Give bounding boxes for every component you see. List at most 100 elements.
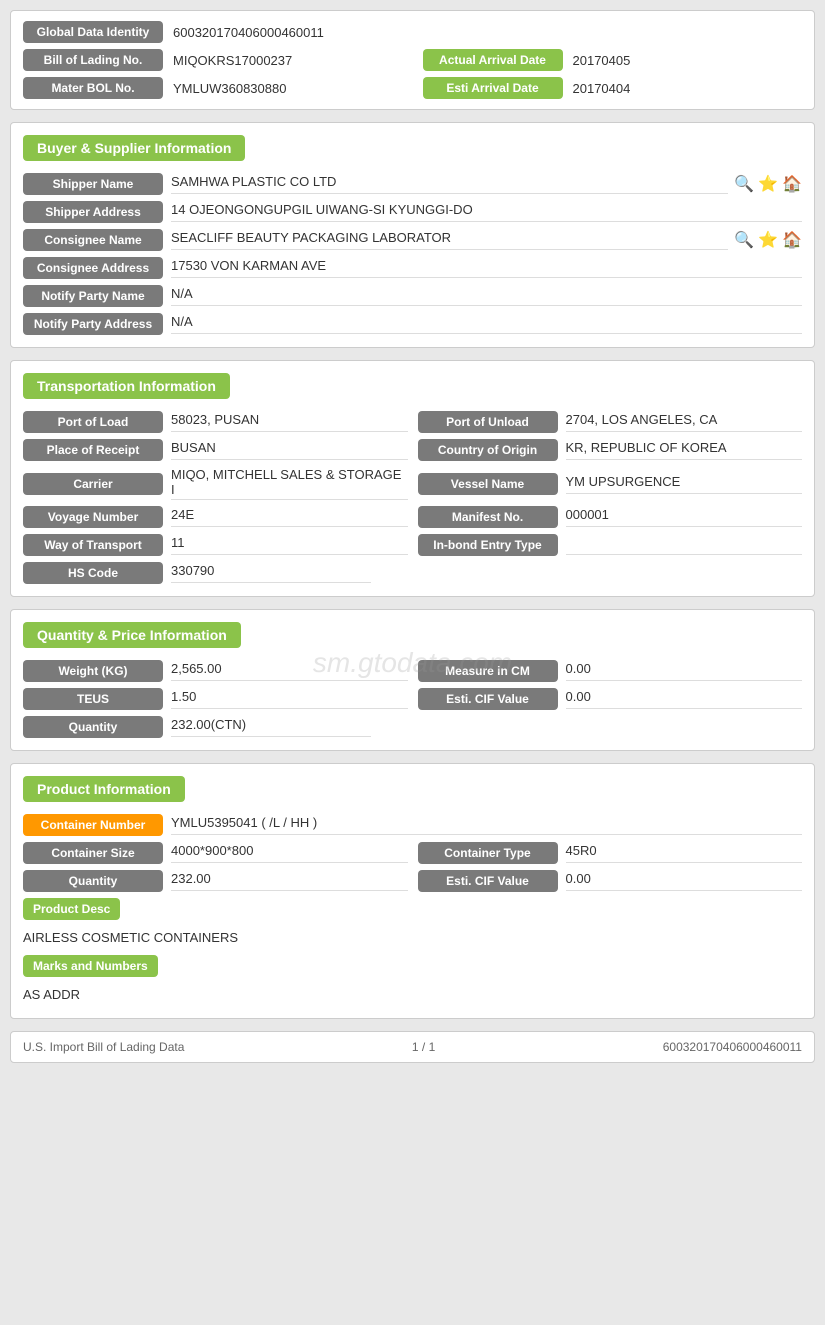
shipper-star-icon[interactable]: ⭐ <box>758 174 778 194</box>
way-of-transport-label: Way of Transport <box>23 534 163 556</box>
page-container: sm.gtodata.com Global Data Identity 6003… <box>0 0 825 1325</box>
notify-party-name-value: N/A <box>171 286 802 306</box>
consignee-name-icons: 🔍 ⭐ 🏠 <box>734 230 802 250</box>
global-data-identity-label: Global Data Identity <box>23 21 163 43</box>
voyage-number-value: 24E <box>171 507 408 527</box>
shipper-name-label: Shipper Name <box>23 173 163 195</box>
product-esti-cif-label: Esti. CIF Value <box>418 870 558 892</box>
footer-right: 600320170406000460011 <box>663 1040 802 1054</box>
notify-party-address-row: Notify Party Address N/A <box>23 313 802 335</box>
global-data-identity-row: Global Data Identity 6003201704060004600… <box>23 21 802 43</box>
country-of-origin-label: Country of Origin <box>418 439 558 461</box>
container-size-value: 4000*900*800 <box>171 843 408 863</box>
quantity-row: Quantity 232.00(CTN) <box>23 716 802 738</box>
shipper-home-icon[interactable]: 🏠 <box>782 174 802 194</box>
vessel-name-label: Vessel Name <box>418 473 558 495</box>
carrier-value: MIQO, MITCHELL SALES & STORAGE I <box>171 467 408 500</box>
marks-numbers-container: Marks and Numbers <box>23 955 802 977</box>
notify-party-name-label: Notify Party Name <box>23 285 163 307</box>
bill-of-lading-label: Bill of Lading No. <box>23 49 163 71</box>
top-identity-section: Global Data Identity 6003201704060004600… <box>10 10 815 110</box>
buyer-supplier-section: Buyer & Supplier Information Shipper Nam… <box>10 122 815 348</box>
consignee-star-icon[interactable]: ⭐ <box>758 230 778 250</box>
shipper-address-label: Shipper Address <box>23 201 163 223</box>
measure-in-cm-value: 0.00 <box>566 661 803 681</box>
consignee-name-label: Consignee Name <box>23 229 163 251</box>
carrier-label: Carrier <box>23 473 163 495</box>
quantity-price-section: Quantity & Price Information Weight (KG)… <box>10 609 815 751</box>
measure-in-cm-label: Measure in CM <box>418 660 558 682</box>
bol-arrival-row: Bill of Lading No. MIQOKRS17000237 Actua… <box>23 49 802 71</box>
port-of-unload-value: 2704, LOS ANGELES, CA <box>566 412 803 432</box>
transportation-title: Transportation Information <box>23 373 230 399</box>
shipper-name-icons: 🔍 ⭐ 🏠 <box>734 174 802 194</box>
consignee-address-row: Consignee Address 17530 VON KARMAN AVE <box>23 257 802 279</box>
container-type-label: Container Type <box>418 842 558 864</box>
buyer-supplier-title: Buyer & Supplier Information <box>23 135 245 161</box>
voyage-number-label: Voyage Number <box>23 506 163 528</box>
consignee-address-label: Consignee Address <box>23 257 163 279</box>
place-of-receipt-label: Place of Receipt <box>23 439 163 461</box>
notify-party-address-value: N/A <box>171 314 802 334</box>
notify-party-name-row: Notify Party Name N/A <box>23 285 802 307</box>
weight-value: 2,565.00 <box>171 661 408 681</box>
quantity-price-title: Quantity & Price Information <box>23 622 241 648</box>
product-desc-container: Product Desc <box>23 898 802 920</box>
hs-code-value: 330790 <box>171 563 371 583</box>
esti-cif-value: 0.00 <box>566 689 803 709</box>
transport-inbond-row: Way of Transport 11 In-bond Entry Type <box>23 534 802 556</box>
shipper-search-icon[interactable]: 🔍 <box>734 174 754 194</box>
place-of-receipt-value: BUSAN <box>171 440 408 460</box>
shipper-address-row: Shipper Address 14 OJEONGONGUPGIL UIWANG… <box>23 201 802 223</box>
container-number-value: YMLU5395041 ( /L / HH ) <box>171 815 802 835</box>
esti-cif-value-label: Esti. CIF Value <box>418 688 558 710</box>
footer-center: 1 / 1 <box>412 1040 435 1054</box>
way-of-transport-value: 11 <box>171 535 408 555</box>
container-number-label: Container Number <box>23 814 163 836</box>
esti-arrival-date-value: 20170404 <box>573 81 631 96</box>
teus-label: TEUS <box>23 688 163 710</box>
product-desc-value: AIRLESS COSMETIC CONTAINERS <box>23 926 802 949</box>
in-bond-entry-type-label: In-bond Entry Type <box>418 534 558 556</box>
mater-bol-label: Mater BOL No. <box>23 77 163 99</box>
receipt-origin-row: Place of Receipt BUSAN Country of Origin… <box>23 439 802 461</box>
product-title: Product Information <box>23 776 185 802</box>
hs-code-row: HS Code 330790 <box>23 562 802 584</box>
in-bond-entry-type-value <box>566 535 803 555</box>
product-quantity-label: Quantity <box>23 870 163 892</box>
mater-bol-value: YMLUW360830880 <box>173 81 286 96</box>
consignee-name-value: SEACLIFF BEAUTY PACKAGING LABORATOR <box>171 230 728 250</box>
actual-arrival-date-label: Actual Arrival Date <box>423 49 563 71</box>
mater-bol-esti-row: Mater BOL No. YMLUW360830880 Esti Arriva… <box>23 77 802 99</box>
shipper-address-value: 14 OJEONGONGUPGIL UIWANG-SI KYUNGGI-DO <box>171 202 802 222</box>
notify-party-address-label: Notify Party Address <box>23 313 163 335</box>
hs-code-label: HS Code <box>23 562 163 584</box>
consignee-search-icon[interactable]: 🔍 <box>734 230 754 250</box>
teus-value: 1.50 <box>171 689 408 709</box>
esti-arrival-date-label: Esti Arrival Date <box>423 77 563 99</box>
footer-left: U.S. Import Bill of Lading Data <box>23 1040 184 1054</box>
product-desc-label: Product Desc <box>23 898 120 920</box>
voyage-manifest-row: Voyage Number 24E Manifest No. 000001 <box>23 506 802 528</box>
container-size-label: Container Size <box>23 842 163 864</box>
weight-label: Weight (KG) <box>23 660 163 682</box>
marks-and-numbers-label: Marks and Numbers <box>23 955 158 977</box>
container-size-type-row: Container Size 4000*900*800 Container Ty… <box>23 842 802 864</box>
country-of-origin-value: KR, REPUBLIC OF KOREA <box>566 440 803 460</box>
container-type-value: 45R0 <box>566 843 803 863</box>
product-esti-cif-value: 0.00 <box>566 871 803 891</box>
port-of-unload-label: Port of Unload <box>418 411 558 433</box>
quantity-label: Quantity <box>23 716 163 738</box>
consignee-home-icon[interactable]: 🏠 <box>782 230 802 250</box>
port-of-load-label: Port of Load <box>23 411 163 433</box>
carrier-vessel-row: Carrier MIQO, MITCHELL SALES & STORAGE I… <box>23 467 802 500</box>
footer: U.S. Import Bill of Lading Data 1 / 1 60… <box>10 1031 815 1063</box>
marks-and-numbers-value: AS ADDR <box>23 983 802 1006</box>
consignee-name-row: Consignee Name SEACLIFF BEAUTY PACKAGING… <box>23 229 802 251</box>
global-data-identity-value: 600320170406000460011 <box>173 25 324 40</box>
consignee-address-value: 17530 VON KARMAN AVE <box>171 258 802 278</box>
teus-cif-row: TEUS 1.50 Esti. CIF Value 0.00 <box>23 688 802 710</box>
shipper-name-row: Shipper Name SAMHWA PLASTIC CO LTD 🔍 ⭐ 🏠 <box>23 173 802 195</box>
shipper-name-value: SAMHWA PLASTIC CO LTD <box>171 174 728 194</box>
port-load-unload-row: Port of Load 58023, PUSAN Port of Unload… <box>23 411 802 433</box>
